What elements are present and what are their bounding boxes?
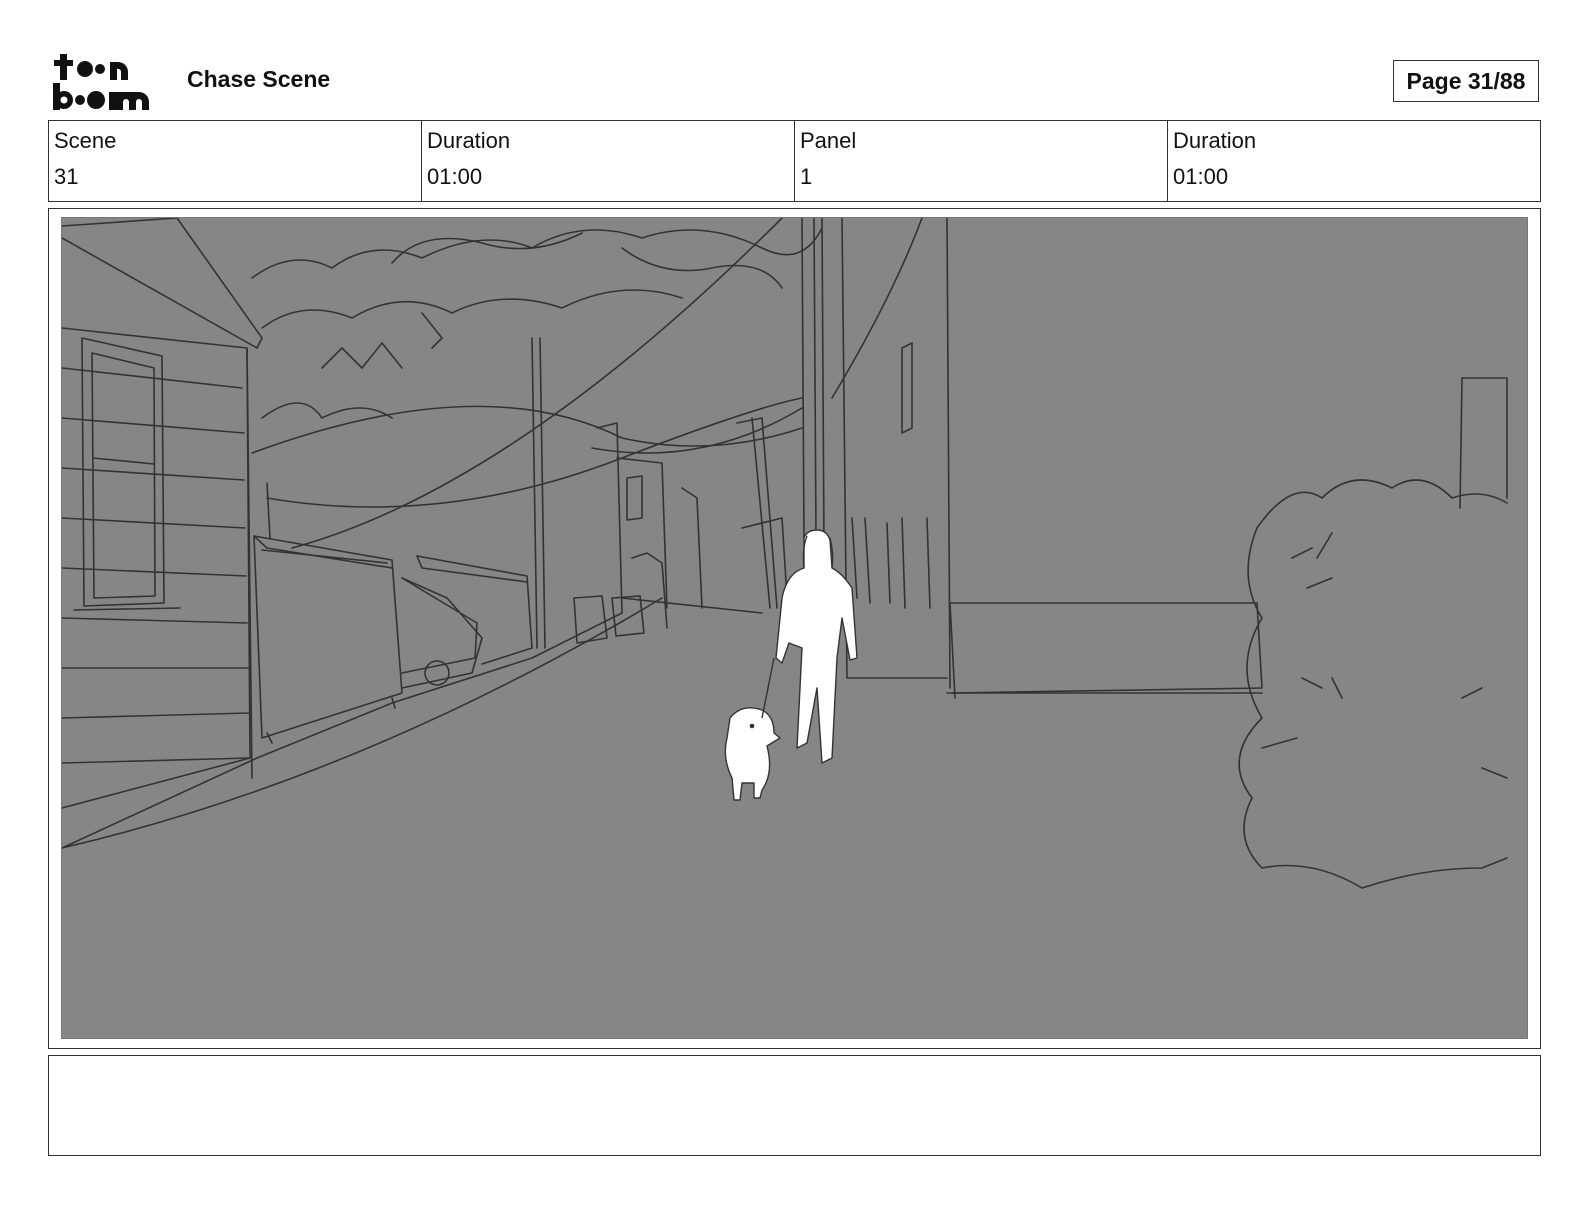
page-number-box: Page 31/88 [1393,60,1539,102]
scene-duration-value: 01:00 [427,164,483,189]
panel-duration-label: Duration [1173,128,1257,153]
panel-duration-cell: Duration 01:00 [1168,121,1540,201]
document-title: Chase Scene [187,66,331,92]
scene-value: 31 [54,164,79,189]
scene-label: Scene [54,128,117,153]
storyboard-panel-frame [48,208,1541,1049]
panel-cell: Panel 1 [795,121,1168,201]
panel-notes-box[interactable] [48,1055,1541,1156]
panel-label: Panel [800,128,857,153]
storyboard-sketch [61,217,1528,1039]
scene-duration-cell: Duration 01:00 [422,121,795,201]
panel-value: 1 [800,164,813,189]
toon-boom-logo [52,50,164,112]
panel-info-table: Scene 31 Duration 01:00 Panel 1 Duration… [48,120,1541,202]
logo-graphic [53,54,149,110]
panel-duration-value: 01:00 [1173,164,1229,189]
scene-duration-label: Duration [427,128,511,153]
scene-cell: Scene 31 [49,121,422,201]
alley-sketch-drawing [62,218,1508,889]
